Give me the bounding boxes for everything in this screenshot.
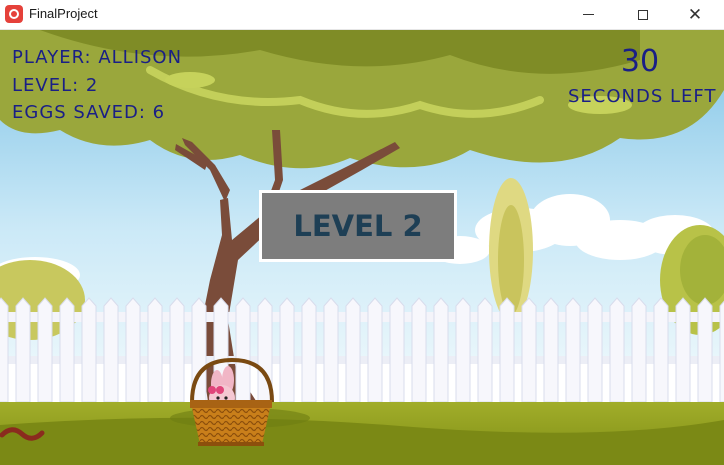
level-banner: LEVEL 2 [259, 190, 457, 262]
fence-picket [279, 297, 295, 403]
fence-picket [59, 297, 75, 403]
game-viewport[interactable]: PLAYER: ALLISON LEVEL: 2 EGGS SAVED: 6 3… [0, 30, 724, 465]
maximize-button[interactable] [620, 0, 666, 29]
timer-label: SECONDS LEFT [568, 86, 717, 107]
fence-picket [147, 297, 163, 403]
fence-picket [653, 297, 669, 403]
fence-picket [433, 297, 449, 403]
fence-picket [367, 297, 383, 403]
level-label: LEVEL: 2 [12, 75, 99, 96]
fence-picket [631, 297, 647, 403]
fence-picket [37, 297, 53, 403]
fence-picket [499, 297, 515, 403]
fence-picket [323, 297, 339, 403]
fence-picket [477, 297, 493, 403]
fence-picket [389, 297, 405, 403]
window-titlebar: FinalProject ✕ [0, 0, 724, 30]
fence-picket [81, 297, 97, 403]
fence-picket [235, 297, 251, 403]
fence-picket [169, 297, 185, 403]
fence-picket [301, 297, 317, 403]
fence-picket [125, 297, 141, 403]
minimize-icon [582, 14, 594, 15]
fence-picket [521, 297, 537, 403]
fence-picket [455, 297, 471, 403]
maximize-icon [638, 9, 648, 20]
close-icon: ✕ [687, 5, 703, 24]
fence-picket [0, 297, 9, 403]
fence-picket [565, 297, 581, 403]
fence-picket [103, 297, 119, 403]
close-button[interactable]: ✕ [672, 0, 718, 29]
eggs-saved-label: EGGS SAVED: 6 [12, 102, 166, 123]
fence-picket [587, 297, 603, 403]
app-icon [5, 5, 23, 23]
fence-picket [609, 297, 625, 403]
level-banner-text: LEVEL 2 [293, 209, 423, 243]
window-title: FinalProject [29, 6, 98, 21]
fence-picket [675, 297, 691, 403]
fence-picket [411, 297, 427, 403]
timer-value: 30 [620, 44, 660, 79]
fence-picket [697, 297, 713, 403]
fence-picket [719, 300, 724, 403]
fence-picket [15, 297, 31, 403]
player-name-label: PLAYER: ALLISON [12, 47, 183, 68]
fence-picket [543, 297, 559, 403]
fence-picket [345, 297, 361, 403]
minimize-button[interactable] [565, 0, 611, 29]
